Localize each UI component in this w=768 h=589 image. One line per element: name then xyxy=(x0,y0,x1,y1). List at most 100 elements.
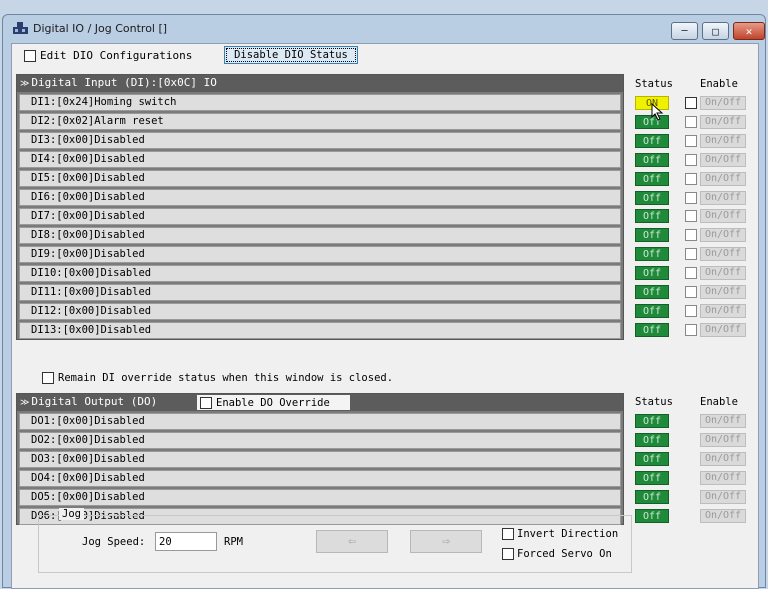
digital-input-header[interactable]: ≫ Digital Input (DI):[0x0C] IO xyxy=(17,75,623,92)
forced-servo-on-checkbox-box[interactable] xyxy=(502,548,514,560)
do-status-indicator: Off xyxy=(635,489,669,504)
di-enable-checkbox[interactable] xyxy=(685,304,697,317)
collapse-chevron-icon: ≫ xyxy=(20,398,30,408)
digital-input-title: Digital Input (DI):[0x0C] IO xyxy=(31,76,217,89)
di-enable-checkbox[interactable] xyxy=(685,248,697,261)
forced-servo-on-label: Forced Servo On xyxy=(517,548,612,560)
do-enable-button[interactable]: On/Off xyxy=(700,414,746,428)
do-enable-button[interactable]: On/Off xyxy=(700,508,746,523)
di-enable-button[interactable]: On/Off xyxy=(700,152,746,167)
remain-override-label: Remain DI override status when this wind… xyxy=(58,372,394,384)
di-row: DI5:[0x00]Disabled xyxy=(19,170,621,187)
di-enable-button[interactable]: On/Off xyxy=(700,266,746,281)
di-enable-checkbox[interactable] xyxy=(685,191,697,204)
di-row: DI6:[0x00]Disabled xyxy=(19,189,621,206)
di-enable-button[interactable]: On/Off xyxy=(700,247,746,262)
do-status-indicator: Off xyxy=(635,414,669,428)
di-enable-checkbox[interactable] xyxy=(685,172,697,185)
do-enable-cell: On/Off xyxy=(685,489,746,504)
di-enable-button[interactable]: On/Off xyxy=(700,114,746,129)
servo-drive-icon xyxy=(13,22,28,34)
do-status-column-header: Status xyxy=(635,396,673,408)
do-enable-button[interactable]: On/Off xyxy=(700,470,746,485)
enable-do-override-checkbox[interactable]: Enable DO Override xyxy=(197,395,350,410)
do-status-indicator: Off xyxy=(635,451,669,466)
di-enable-button[interactable]: On/Off xyxy=(700,209,746,224)
di-enable-checkbox[interactable] xyxy=(685,97,697,109)
minimize-icon: ─ xyxy=(681,25,688,37)
di-status-indicator: Off xyxy=(635,171,669,186)
enable-do-override-checkbox-box[interactable] xyxy=(200,396,212,409)
di-enable-checkbox[interactable] xyxy=(685,323,697,336)
edit-dio-configurations-checkbox[interactable]: Edit DIO Configurations xyxy=(24,49,192,62)
invert-direction-label: Invert Direction xyxy=(517,528,619,540)
di-enable-button[interactable]: On/Off xyxy=(700,190,746,205)
jog-legend: Jog xyxy=(59,508,84,520)
di-enable-cell: On/Off xyxy=(685,171,746,186)
title-bar[interactable]: Digital IO / Jog Control [] ─ □ ✕ xyxy=(3,15,765,41)
digital-output-panel: ≫ Digital Output (DO) Enable DO Override … xyxy=(16,393,624,525)
di-enable-checkbox[interactable] xyxy=(685,229,697,242)
do-row: DO1:[0x00]Disabled xyxy=(19,413,621,430)
di-enable-button[interactable]: On/Off xyxy=(700,322,746,337)
invert-direction-checkbox[interactable]: Invert Direction xyxy=(502,528,618,540)
di-enable-checkbox[interactable] xyxy=(685,286,697,298)
left-arrow-icon: ⇦ xyxy=(348,534,356,549)
minimize-button[interactable]: ─ xyxy=(671,22,698,40)
di-enable-cell: On/Off xyxy=(685,322,746,337)
mouse-cursor-icon xyxy=(651,103,664,121)
di-enable-button[interactable]: On/Off xyxy=(700,285,746,299)
maximize-button[interactable]: □ xyxy=(702,22,729,40)
do-enable-button[interactable]: On/Off xyxy=(700,451,746,466)
forced-servo-on-checkbox[interactable]: Forced Servo On xyxy=(502,548,612,560)
di-row: DI10:[0x00]Disabled xyxy=(19,265,621,282)
di-enable-button[interactable]: On/Off xyxy=(700,171,746,186)
do-enable-button[interactable]: On/Off xyxy=(700,489,746,504)
di-enable-button[interactable]: On/Off xyxy=(700,133,746,148)
di-row: DI11:[0x00]Disabled xyxy=(19,284,621,301)
disable-dio-status-button[interactable]: Disable DIO Status xyxy=(224,46,358,64)
close-button[interactable]: ✕ xyxy=(733,22,765,40)
di-row: DI7:[0x00]Disabled xyxy=(19,208,621,225)
di-enable-cell: On/Off xyxy=(685,247,746,262)
edit-dio-label: Edit DIO Configurations xyxy=(40,49,193,62)
remain-override-checkbox-box[interactable] xyxy=(42,372,54,384)
invert-direction-checkbox-box[interactable] xyxy=(502,528,514,540)
di-row: DI13:[0x00]Disabled xyxy=(19,322,621,339)
window-title: Digital IO / Jog Control [] xyxy=(33,22,168,35)
di-enable-cell: On/Off xyxy=(685,96,746,110)
do-enable-cell: On/Off xyxy=(685,432,746,447)
di-enable-checkbox[interactable] xyxy=(685,115,697,128)
di-enable-button[interactable]: On/Off xyxy=(700,303,746,318)
di-enable-checkbox[interactable] xyxy=(685,134,697,147)
di-enable-checkbox[interactable] xyxy=(685,267,697,280)
jog-speed-unit: RPM xyxy=(224,536,243,548)
do-enable-cell: On/Off xyxy=(685,451,746,466)
di-status-indicator: Off xyxy=(635,209,669,224)
di-status-indicator: Off xyxy=(635,266,669,281)
client-area: Edit DIO Configurations Disable DIO Stat… xyxy=(11,43,759,589)
jog-right-button[interactable]: ⇨ xyxy=(410,530,482,553)
di-enable-cell: On/Off xyxy=(685,266,746,281)
enable-do-override-label: Enable DO Override xyxy=(216,396,330,409)
di-enable-checkbox[interactable] xyxy=(685,153,697,166)
di-enable-button[interactable]: On/Off xyxy=(700,96,746,110)
jog-left-button[interactable]: ⇦ xyxy=(316,530,388,553)
di-enable-button[interactable]: On/Off xyxy=(700,228,746,243)
do-enable-cell: On/Off xyxy=(685,470,746,485)
do-row: DO2:[0x00]Disabled xyxy=(19,432,621,449)
di-enable-cell: On/Off xyxy=(685,152,746,167)
di-enable-cell: On/Off xyxy=(685,190,746,205)
di-status-indicator: Off xyxy=(635,303,669,318)
jog-group: Jog Jog Speed: RPM ⇦ ⇨ Invert Direction … xyxy=(38,508,632,573)
remain-override-checkbox[interactable]: Remain DI override status when this wind… xyxy=(42,372,393,384)
jog-speed-input[interactable] xyxy=(155,532,217,551)
di-enable-checkbox[interactable] xyxy=(685,210,697,223)
edit-dio-checkbox-box[interactable] xyxy=(24,49,36,62)
di-enable-column-header: Enable xyxy=(700,78,738,90)
do-status-indicator: Off xyxy=(635,432,669,447)
dio-jog-window: Digital IO / Jog Control [] ─ □ ✕ Edit D… xyxy=(2,14,766,589)
di-status-indicator: Off xyxy=(635,133,669,148)
digital-output-header[interactable]: ≫ Digital Output (DO) Enable DO Override xyxy=(17,394,623,411)
do-enable-button[interactable]: On/Off xyxy=(700,432,746,447)
